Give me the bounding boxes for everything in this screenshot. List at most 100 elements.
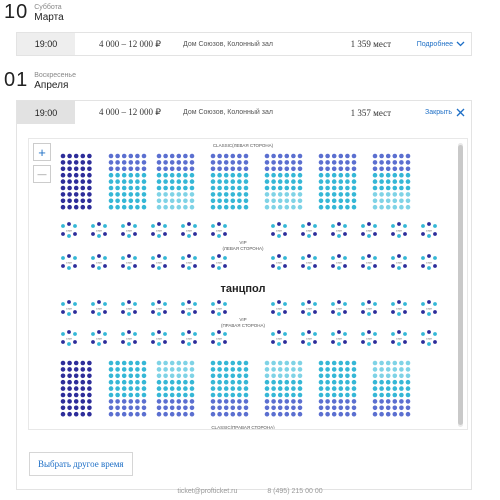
seat[interactable] xyxy=(331,153,337,159)
table-seat[interactable] xyxy=(343,340,347,344)
seat[interactable] xyxy=(60,360,66,366)
seat[interactable] xyxy=(331,399,337,404)
table-seat[interactable] xyxy=(163,256,167,260)
seat[interactable] xyxy=(87,373,92,379)
seat[interactable] xyxy=(297,379,303,385)
seat[interactable] xyxy=(338,411,344,417)
seat[interactable] xyxy=(67,179,72,184)
seat[interactable] xyxy=(392,373,398,379)
table-seat[interactable] xyxy=(193,224,197,228)
seat[interactable] xyxy=(372,204,378,210)
seat[interactable] xyxy=(121,160,127,165)
table-seat[interactable] xyxy=(121,256,125,260)
seat[interactable] xyxy=(67,399,72,404)
seat[interactable] xyxy=(108,172,114,178)
seat[interactable] xyxy=(237,360,242,366)
seat[interactable] xyxy=(169,204,175,210)
seat[interactable] xyxy=(169,172,175,178)
table-seat[interactable] xyxy=(187,330,191,334)
seat[interactable] xyxy=(169,367,175,372)
seat[interactable] xyxy=(80,185,86,191)
seat[interactable] xyxy=(73,198,79,204)
seat[interactable] xyxy=(318,198,324,204)
table-seat[interactable] xyxy=(331,264,335,268)
table-seat[interactable] xyxy=(343,310,347,314)
seat[interactable] xyxy=(237,198,242,204)
seat[interactable] xyxy=(291,405,296,411)
seat[interactable] xyxy=(80,386,86,391)
table-seat[interactable] xyxy=(421,302,425,306)
seat[interactable] xyxy=(176,204,182,210)
seat[interactable] xyxy=(338,405,344,411)
seat[interactable] xyxy=(223,392,229,398)
seat[interactable] xyxy=(237,192,242,197)
seat[interactable] xyxy=(385,185,391,191)
table-seat[interactable] xyxy=(361,310,365,314)
table-seat[interactable] xyxy=(103,310,107,314)
seat[interactable] xyxy=(297,367,303,372)
table-seat[interactable] xyxy=(193,302,197,306)
seat[interactable] xyxy=(163,166,168,172)
table-seat[interactable] xyxy=(313,264,317,268)
seat[interactable] xyxy=(284,411,290,417)
seat[interactable] xyxy=(223,192,229,197)
seat[interactable] xyxy=(169,179,175,184)
table-seat[interactable] xyxy=(73,340,77,344)
seat[interactable] xyxy=(271,204,276,210)
seat[interactable] xyxy=(331,367,337,372)
seat[interactable] xyxy=(264,166,270,172)
seat[interactable] xyxy=(243,392,249,398)
seat[interactable] xyxy=(297,153,303,159)
table-seat[interactable] xyxy=(373,224,377,228)
seat[interactable] xyxy=(135,360,140,366)
seat[interactable] xyxy=(392,198,398,204)
seat[interactable] xyxy=(338,179,344,184)
seat[interactable] xyxy=(318,373,324,379)
seat[interactable] xyxy=(392,153,398,159)
seat[interactable] xyxy=(331,204,337,210)
table-seat[interactable] xyxy=(301,224,305,228)
seat[interactable] xyxy=(121,367,127,372)
seat[interactable] xyxy=(325,198,330,204)
seat[interactable] xyxy=(210,379,216,385)
table-seat[interactable] xyxy=(337,234,341,238)
seat[interactable] xyxy=(379,367,384,372)
seat[interactable] xyxy=(264,160,270,165)
seat[interactable] xyxy=(405,166,411,172)
seat[interactable] xyxy=(297,166,303,172)
seat[interactable] xyxy=(163,172,168,178)
table-seat[interactable] xyxy=(73,332,77,336)
table-seat[interactable] xyxy=(427,254,431,258)
seat[interactable] xyxy=(271,166,276,172)
seat[interactable] xyxy=(405,367,411,372)
seat[interactable] xyxy=(291,379,296,385)
seat[interactable] xyxy=(176,367,182,372)
seat[interactable] xyxy=(351,204,357,210)
seat[interactable] xyxy=(331,185,337,191)
seat[interactable] xyxy=(156,379,162,385)
seat[interactable] xyxy=(141,360,147,366)
seat[interactable] xyxy=(189,204,195,210)
seat[interactable] xyxy=(183,185,188,191)
seat[interactable] xyxy=(351,386,357,391)
seat[interactable] xyxy=(372,386,378,391)
table-seat[interactable] xyxy=(427,300,431,304)
seat[interactable] xyxy=(135,198,140,204)
table-seat[interactable] xyxy=(301,264,305,268)
seat[interactable] xyxy=(345,198,350,204)
seat[interactable] xyxy=(264,185,270,191)
table-seat[interactable] xyxy=(391,256,395,260)
seat[interactable] xyxy=(230,172,236,178)
seat[interactable] xyxy=(115,185,120,191)
seat[interactable] xyxy=(217,405,222,411)
seat[interactable] xyxy=(399,392,404,398)
table-seat[interactable] xyxy=(301,332,305,336)
table-seat[interactable] xyxy=(97,234,101,238)
seat[interactable] xyxy=(189,373,195,379)
table-seat[interactable] xyxy=(121,224,125,228)
seat[interactable] xyxy=(67,172,72,178)
table-seat[interactable] xyxy=(277,234,281,238)
seat[interactable] xyxy=(345,160,350,165)
table-seat[interactable] xyxy=(73,224,77,228)
seat[interactable] xyxy=(271,405,276,411)
